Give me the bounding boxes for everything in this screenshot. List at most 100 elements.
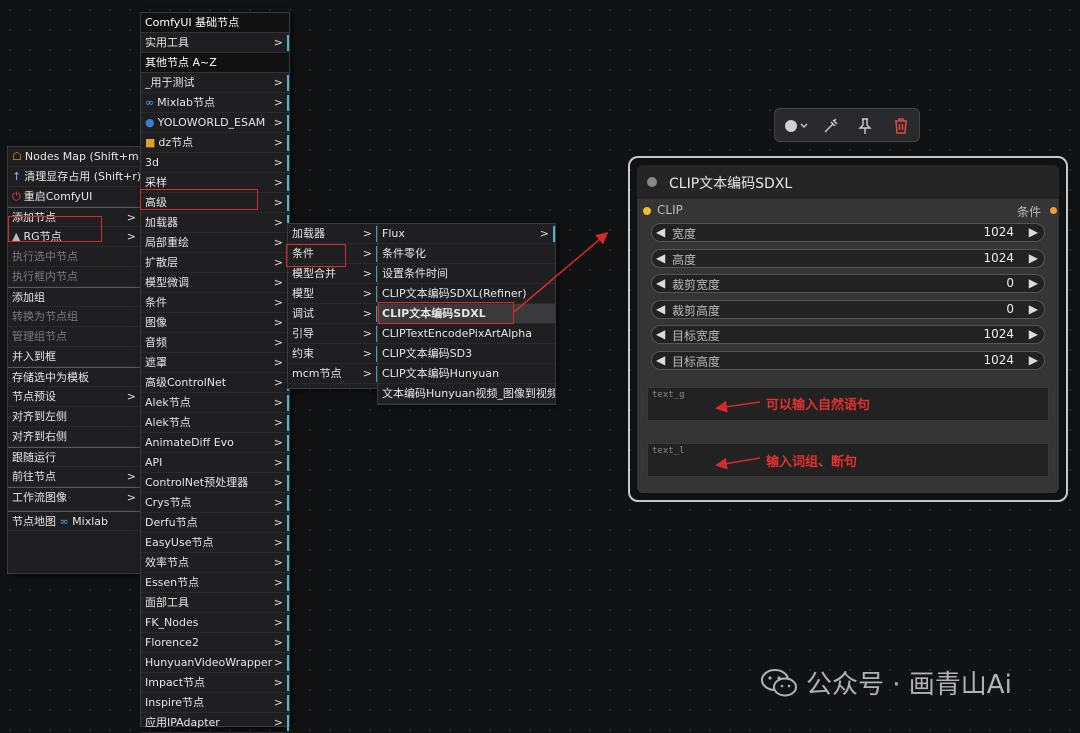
context-menu-item[interactable]: 添加组 — [8, 287, 142, 307]
node-category-item[interactable]: 实用工具 > — [141, 33, 289, 53]
increment-arrow-icon[interactable]: ▶ — [1029, 251, 1038, 265]
submenu-indicator — [553, 226, 555, 242]
advanced-submenu-item[interactable]: 调试 > — [288, 304, 378, 324]
node-category-item[interactable]: Crys节点 > — [141, 493, 289, 513]
node-category-item[interactable]: EasyUse节点 > — [141, 533, 289, 553]
node-category-item[interactable]: 加载器 > — [141, 213, 289, 233]
context-menu-item[interactable]: 节点地图 ∞ Mixlab — [8, 511, 142, 531]
node-category-item[interactable]: 扩散层 > — [141, 253, 289, 273]
conditioning-submenu-item[interactable]: CLIPTextEncodePixArtAlpha — [378, 324, 555, 344]
advanced-submenu-item[interactable]: mcm节点 > — [288, 364, 378, 384]
context-menu-item[interactable]: 并入到框 — [8, 347, 142, 367]
context-menu-item[interactable]: 对齐到左侧 — [8, 407, 142, 427]
node-category-item[interactable]: Alek节点 > — [141, 413, 289, 433]
node-category-item[interactable]: AnimateDiff Evo > — [141, 433, 289, 453]
advanced-submenu-item[interactable]: 条件 > — [288, 244, 378, 264]
node-category-item[interactable]: Alek节点 > — [141, 393, 289, 413]
conditioning-submenu-item[interactable]: 文本编码Hunyuan视频_图像到视频 — [378, 384, 555, 404]
collapse-dot-icon[interactable] — [647, 177, 657, 187]
node-category-item[interactable]: 音频 > — [141, 333, 289, 353]
conditioning-submenu-item[interactable]: 设置条件时间 — [378, 264, 555, 284]
conditioning-submenu-item[interactable]: CLIP文本编码SD3 — [378, 344, 555, 364]
node-category-item[interactable]: ControlNet预处理器 > — [141, 473, 289, 493]
decrement-arrow-icon[interactable]: ◀ — [656, 302, 665, 316]
node-category-item[interactable]: Inspire节点 > — [141, 693, 289, 713]
increment-arrow-icon[interactable]: ▶ — [1029, 225, 1038, 239]
trash-icon[interactable] — [891, 116, 911, 136]
node-category-item[interactable]: ∞ Mixlab节点 > — [141, 93, 289, 113]
node-category-item[interactable]: API > — [141, 453, 289, 473]
number-widget[interactable]: ◀ 目标高度 1024 ▶ — [651, 350, 1045, 370]
context-menu-item[interactable]: 对齐到右侧 — [8, 427, 142, 447]
submenu-indicator — [287, 475, 289, 491]
context-menu-item[interactable]: 添加节点 > — [8, 207, 142, 227]
increment-arrow-icon[interactable]: ▶ — [1029, 276, 1038, 290]
advanced-submenu-item[interactable]: 引导 > — [288, 324, 378, 344]
context-menu-item[interactable]: 工作流图像 > — [8, 487, 142, 511]
context-menu-item[interactable]: ⏻ 重启ComfyUI — [8, 187, 142, 207]
advanced-submenu-item[interactable]: 约束 > — [288, 344, 378, 364]
advanced-submenu-item[interactable]: 模型 > — [288, 284, 378, 304]
node-category-item[interactable]: _用于测试 > — [141, 73, 289, 93]
context-menu-item[interactable]: 存储选中为模板 — [8, 367, 142, 387]
color-dot-icon[interactable] — [783, 116, 811, 136]
node-category-item[interactable]: 效率节点 > — [141, 553, 289, 573]
decrement-arrow-icon[interactable]: ◀ — [656, 353, 665, 367]
decrement-arrow-icon[interactable]: ◀ — [656, 276, 665, 290]
conditioning-submenu-item[interactable]: Flux > — [378, 224, 555, 244]
node-category-item[interactable]: 遮罩 > — [141, 353, 289, 373]
conditioning-submenu-item[interactable]: CLIP文本编码SDXL(Refiner) — [378, 284, 555, 304]
decrement-arrow-icon[interactable]: ◀ — [656, 251, 665, 265]
bypass-icon[interactable] — [821, 116, 841, 136]
node-category-item[interactable]: 图像 > — [141, 313, 289, 333]
node-category-item[interactable]: 采样 > — [141, 173, 289, 193]
node-category-item[interactable]: 应用IPAdapter > — [141, 713, 289, 733]
increment-arrow-icon[interactable]: ▶ — [1029, 302, 1038, 316]
context-menu-item[interactable]: 前往节点 > — [8, 467, 142, 487]
conditioning-submenu-item[interactable]: CLIP文本编码Hunyuan — [378, 364, 555, 384]
number-widget[interactable]: ◀ 宽度 1024 ▶ — [651, 223, 1045, 242]
submenu-indicator — [287, 195, 289, 211]
node-category-item[interactable]: HunyuanVideoWrapper > — [141, 653, 289, 673]
node-category-item[interactable]: 高级 > — [141, 193, 289, 213]
node-toolbar — [774, 108, 920, 142]
decrement-arrow-icon[interactable]: ◀ — [656, 327, 665, 341]
node-category-item[interactable]: Derfu节点 > — [141, 513, 289, 533]
output-slot-dot[interactable] — [1050, 207, 1057, 214]
number-widget[interactable]: ◀ 裁剪宽度 0 ▶ — [651, 274, 1045, 293]
node-category-item[interactable]: Essen节点 > — [141, 573, 289, 593]
number-widget[interactable]: ◀ 目标宽度 1024 ▶ — [651, 325, 1045, 344]
advanced-submenu-item[interactable]: 模型合并 > — [288, 264, 378, 284]
node-category-item[interactable]: ■ dz节点 > — [141, 133, 289, 153]
context-menu-item[interactable]: ▲ RG节点 > — [8, 227, 142, 247]
node-category-item[interactable]: 条件 > — [141, 293, 289, 313]
input-slot-dot[interactable] — [643, 207, 651, 215]
node-category-item[interactable]: Impact节点 > — [141, 673, 289, 693]
node-category-item[interactable]: 3d > — [141, 153, 289, 173]
context-menu-item[interactable]: 跟随运行 — [8, 447, 142, 467]
decrement-arrow-icon[interactable]: ◀ — [656, 225, 665, 239]
chevron-right-icon: > — [273, 596, 283, 609]
node-category-item[interactable]: 局部重绘 > — [141, 233, 289, 253]
watermark-text: 公众号 · 画青山Ai — [806, 670, 1012, 700]
node-category-item[interactable]: 模型微调 > — [141, 273, 289, 293]
number-widget[interactable]: ◀ 高度 1024 ▶ — [651, 248, 1045, 268]
conditioning-submenu-item[interactable]: CLIP文本编码SDXL — [378, 304, 555, 324]
context-menu-item[interactable]: ↑ 清理显存占用 (Shift+r) — [8, 167, 142, 187]
node-category-item[interactable]: 面部工具 > — [141, 593, 289, 613]
context-menu-label: 跟随运行 — [12, 451, 56, 464]
node-category-item[interactable]: ● YOLOWORLD_ESAM > — [141, 113, 289, 133]
context-menu-item[interactable]: 节点预设 > — [8, 387, 142, 407]
node-category-item[interactable]: Florence2 > — [141, 633, 289, 653]
node-category-item[interactable]: FK_Nodes > — [141, 613, 289, 633]
pin-icon[interactable] — [855, 116, 875, 136]
increment-arrow-icon[interactable]: ▶ — [1029, 353, 1038, 367]
context-menu-item[interactable]: ☖ Nodes Map (Shift+m) — [8, 147, 142, 167]
node-header[interactable]: CLIP文本编码SDXL — [637, 165, 1059, 199]
advanced-submenu-item[interactable]: 加载器 > — [288, 224, 378, 244]
conditioning-submenu-item[interactable]: 条件零化 — [378, 244, 555, 264]
number-widget[interactable]: ◀ 裁剪高度 0 ▶ — [651, 299, 1045, 319]
increment-arrow-icon[interactable]: ▶ — [1029, 327, 1038, 341]
submenu-indicator — [287, 95, 289, 111]
node-category-item[interactable]: 高级ControlNet > — [141, 373, 289, 393]
